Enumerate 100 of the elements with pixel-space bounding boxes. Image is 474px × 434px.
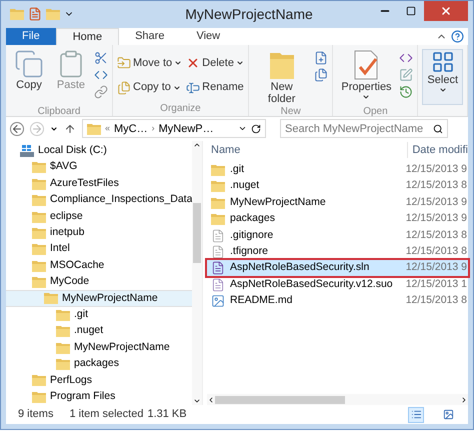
file-row[interactable]: packages 12/15/2013 9: [207, 210, 468, 228]
solution-options-icon: [211, 278, 225, 292]
recent-locations-icon[interactable]: [50, 124, 58, 133]
back-icon[interactable]: [10, 122, 24, 136]
file-row[interactable]: .git 12/15/2013 9: [207, 162, 468, 178]
scroll-right-icon[interactable]: [460, 396, 468, 404]
tree-item[interactable]: Program Files: [6, 388, 192, 405]
ribbon-button[interactable]: Select: [422, 48, 463, 105]
close-button[interactable]: [424, 1, 468, 21]
tree-item[interactable]: MSOCache: [6, 257, 192, 274]
file-row[interactable]: .tfignore 12/15/2013 8: [207, 244, 468, 260]
properties-icon[interactable]: [28, 7, 42, 22]
ribbon-tab[interactable]: Home: [56, 28, 120, 45]
tree-item[interactable]: Compliance_Inspections_Data: [6, 192, 192, 208]
tree-item[interactable]: MyCode: [6, 274, 192, 290]
date-cell-text: 12/15/2013 1: [406, 276, 468, 292]
file-name: .nuget: [230, 178, 260, 194]
file-row[interactable]: MyNewProjectName 12/15/2013 9: [207, 194, 468, 211]
scroll-down-icon[interactable]: [193, 397, 201, 405]
breadcrumb-separator: ›: [152, 122, 155, 135]
file-name: .gitignore: [230, 228, 274, 243]
file-row[interactable]: AspNetRoleBasedSecurity.sln 12/15/2013 9: [207, 260, 468, 276]
document-icon: [211, 244, 225, 259]
folder-icon: [211, 213, 225, 226]
tree-item[interactable]: MyNewProjectName: [6, 339, 192, 356]
file-row[interactable]: .nuget 12/15/2013 8: [207, 178, 468, 195]
date-cell-text: 12/15/2013 8: [406, 178, 468, 194]
ribbon-button[interactable]: New folder: [252, 48, 310, 105]
folder-icon: [32, 243, 46, 256]
folder-icon: [56, 342, 70, 354]
file-row[interactable]: AspNetRoleBasedSecurity.v12.suo 12/15/2013 1: [207, 276, 468, 293]
folder-icon: [32, 161, 46, 174]
details-view-button[interactable]: [408, 406, 424, 422]
status-selection: 1 item selected: [69, 407, 144, 422]
folder-icon: [32, 390, 46, 403]
tree-item[interactable]: .nuget: [6, 323, 192, 340]
picture-icon: [442, 409, 454, 420]
file-name: MyNewProjectName: [230, 194, 326, 210]
tree-item[interactable]: PerfLogs: [6, 372, 192, 389]
folder-icon: [56, 325, 70, 338]
markdown-file-icon: [211, 294, 225, 308]
breadcrumb[interactable]: MyC…: [114, 120, 148, 137]
status-size: 1.31 KB: [147, 407, 187, 422]
tree-item[interactable]: .git: [6, 306, 192, 324]
ribbon-menu-button[interactable]: Copy to: [117, 79, 182, 96]
column-header[interactable]: Name: [207, 142, 357, 158]
file-name: AspNetRoleBasedSecurity.sln: [230, 260, 370, 276]
tree-item[interactable]: Local Disk (C:): [6, 142, 192, 160]
ribbon-tab[interactable]: File: [6, 28, 56, 45]
group-label: New: [280, 104, 302, 119]
search-icon: [433, 124, 443, 134]
folder-icon: [211, 180, 225, 192]
horizontal-scrollbar[interactable]: [207, 394, 468, 405]
solution-file-icon: [211, 261, 225, 276]
tree-item[interactable]: packages: [6, 356, 192, 372]
tree-item[interactable]: Intel: [6, 241, 192, 258]
ribbon-menu-button[interactable]: Move to: [117, 54, 182, 72]
tree-item[interactable]: $AVG: [6, 159, 192, 176]
date-cell-text: 12/15/2013 9: [406, 162, 468, 178]
scrollbar-thumb[interactable]: [193, 202, 201, 263]
folder-icon: [32, 276, 46, 288]
file-row[interactable]: README.md 12/15/2013 8: [207, 292, 468, 310]
ribbon-menu-button[interactable]: Delete: [186, 54, 244, 72]
refresh-icon[interactable]: [251, 124, 261, 134]
ribbon-tab[interactable]: View: [180, 28, 236, 45]
scissors-icon[interactable]: [94, 50, 108, 65]
ribbon-menu-button[interactable]: Rename: [186, 79, 244, 96]
file-name: AspNetRoleBasedSecurity.v12.suo: [230, 276, 393, 292]
date-cell-text: 12/15/2013 9: [406, 194, 468, 210]
tree-item[interactable]: eclipse: [6, 208, 192, 225]
help-icon[interactable]: [451, 30, 464, 43]
folder-icon: [32, 260, 46, 272]
search-field[interactable]: Search MyNewProjectName: [280, 119, 448, 138]
new-item-icon[interactable]: [314, 50, 328, 65]
group-label: Open: [362, 104, 389, 119]
tree-item[interactable]: inetpub: [6, 224, 192, 242]
scrollbar[interactable]: [192, 140, 202, 405]
breadcrumb[interactable]: MyNewP…: [158, 120, 214, 137]
file-row[interactable]: .gitignore 12/15/2013 8: [207, 227, 468, 244]
folder-icon: [44, 292, 58, 304]
scroll-left-icon[interactable]: [207, 396, 215, 404]
tree-item[interactable]: AzureTestFiles: [6, 176, 192, 192]
folder-icon: [32, 374, 46, 386]
caret-icon: [236, 59, 244, 67]
file-name: README.md: [230, 293, 292, 308]
address-bar[interactable]: « MyC… › MyNewP…: [82, 119, 266, 138]
caret-icon: [362, 92, 370, 101]
column-header[interactable]: Date modifi: [407, 142, 468, 158]
up-icon[interactable]: [64, 122, 76, 135]
folder-icon: [10, 8, 24, 20]
ribbon-tab[interactable]: Share: [119, 28, 180, 45]
date-cell-text: 12/15/2013 9: [406, 211, 468, 226]
tree-item[interactable]: MyNewProjectName: [6, 290, 192, 307]
folder-icon: [211, 196, 225, 209]
ribbon-button[interactable]: Properties: [337, 48, 396, 105]
ribbon-button[interactable]: Copy: [10, 48, 48, 105]
file-name: .git: [230, 162, 244, 178]
scrollbar-thumb[interactable]: [215, 396, 345, 404]
status-item-count: 9 items: [18, 407, 54, 422]
history-icon[interactable]: [399, 84, 414, 99]
